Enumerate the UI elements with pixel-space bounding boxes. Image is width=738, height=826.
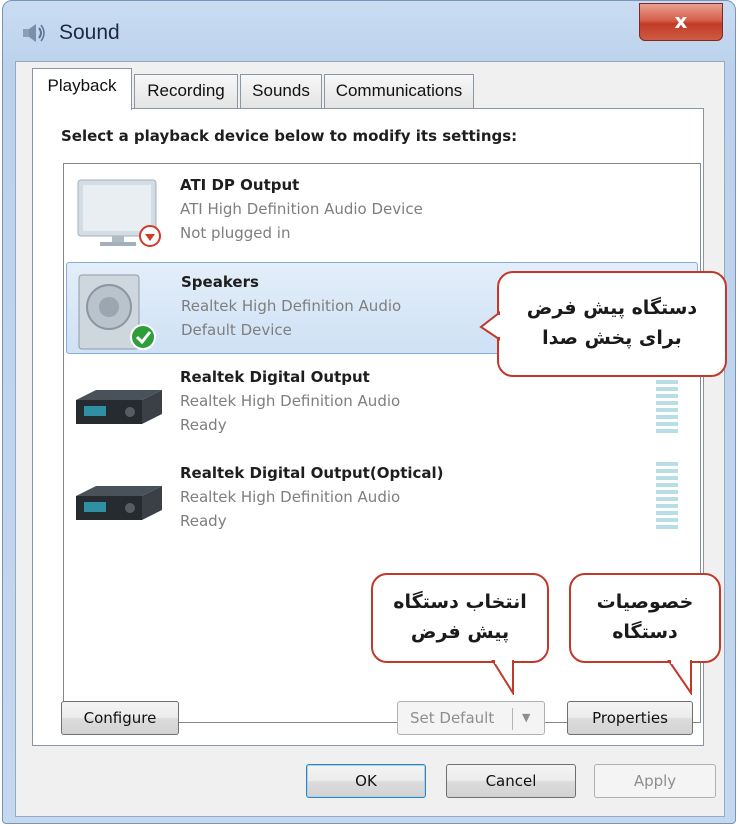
callout-properties: خصوصیات دستگاه: [569, 573, 721, 663]
tab-communications[interactable]: Communications: [324, 74, 474, 108]
callout-pointer: [667, 659, 692, 695]
tab-recording[interactable]: Recording: [134, 74, 238, 108]
device-status: Default Device: [181, 321, 292, 339]
default-check-badge-icon: [130, 324, 156, 350]
chevron-down-icon[interactable]: ▼: [522, 702, 530, 734]
device-name: Speakers: [181, 273, 259, 291]
callout-line: انتخاب دستگاه: [393, 591, 527, 613]
device-row-ati-dp-output[interactable]: ATI DP Output ATI High Definition Audio …: [66, 166, 698, 258]
instruction-text: Select a playback device below to modify…: [61, 127, 518, 145]
digital-output-device-icon: [76, 390, 162, 424]
monitor-icon: [77, 179, 161, 247]
digital-output-device-icon: [76, 486, 162, 520]
properties-button[interactable]: Properties: [567, 701, 693, 735]
callout-line: خصوصیات: [596, 591, 694, 613]
volume-meter: [656, 462, 678, 532]
dialog-body: Playback Recording Sounds Communications…: [15, 61, 725, 817]
window-title: Sound: [59, 21, 120, 44]
callout-line: دستگاه: [612, 621, 678, 643]
tab-playback[interactable]: Playback: [32, 68, 132, 110]
device-description: ATI High Definition Audio Device: [180, 200, 423, 218]
speaker-icon: [78, 274, 156, 350]
sound-dialog: Sound x Playback Recording Sounds Commun…: [2, 0, 736, 824]
callout-line: برای پخش صدا: [542, 327, 682, 349]
callout-select-default: انتخاب دستگاه پیش فرض: [371, 573, 549, 663]
device-status: Ready: [180, 416, 227, 434]
device-description: Realtek High Definition Audio: [180, 392, 401, 410]
set-default-label: Set Default: [410, 709, 495, 727]
apply-button[interactable]: Apply: [594, 764, 716, 798]
device-name: Realtek Digital Output: [180, 368, 370, 386]
device-description: Realtek High Definition Audio: [181, 297, 402, 315]
device-status: Not plugged in: [180, 224, 291, 242]
title-bar[interactable]: Sound x: [3, 1, 735, 63]
device-name: Realtek Digital Output(Optical): [180, 464, 444, 482]
cancel-button[interactable]: Cancel: [446, 764, 576, 798]
set-default-button[interactable]: Set Default ▼: [397, 701, 545, 735]
callout-line: پیش فرض: [410, 621, 510, 643]
callout-pointer: [479, 311, 501, 341]
callout-default-device: دستگاه پیش فرض برای پخش صدا: [497, 271, 727, 377]
close-button[interactable]: x: [639, 3, 723, 41]
tab-sounds[interactable]: Sounds: [240, 74, 322, 108]
device-status: Ready: [180, 512, 227, 530]
callout-pointer: [491, 659, 514, 695]
device-description: Realtek High Definition Audio: [180, 488, 401, 506]
sound-speaker-icon: [23, 24, 45, 42]
ok-button[interactable]: OK: [306, 764, 426, 798]
device-name: ATI DP Output: [180, 176, 300, 194]
device-row-realtek-digital-output-optical[interactable]: Realtek Digital Output(Optical) Realtek …: [66, 454, 698, 546]
configure-button[interactable]: Configure: [61, 701, 179, 735]
callout-line: دستگاه پیش فرض: [526, 297, 698, 319]
